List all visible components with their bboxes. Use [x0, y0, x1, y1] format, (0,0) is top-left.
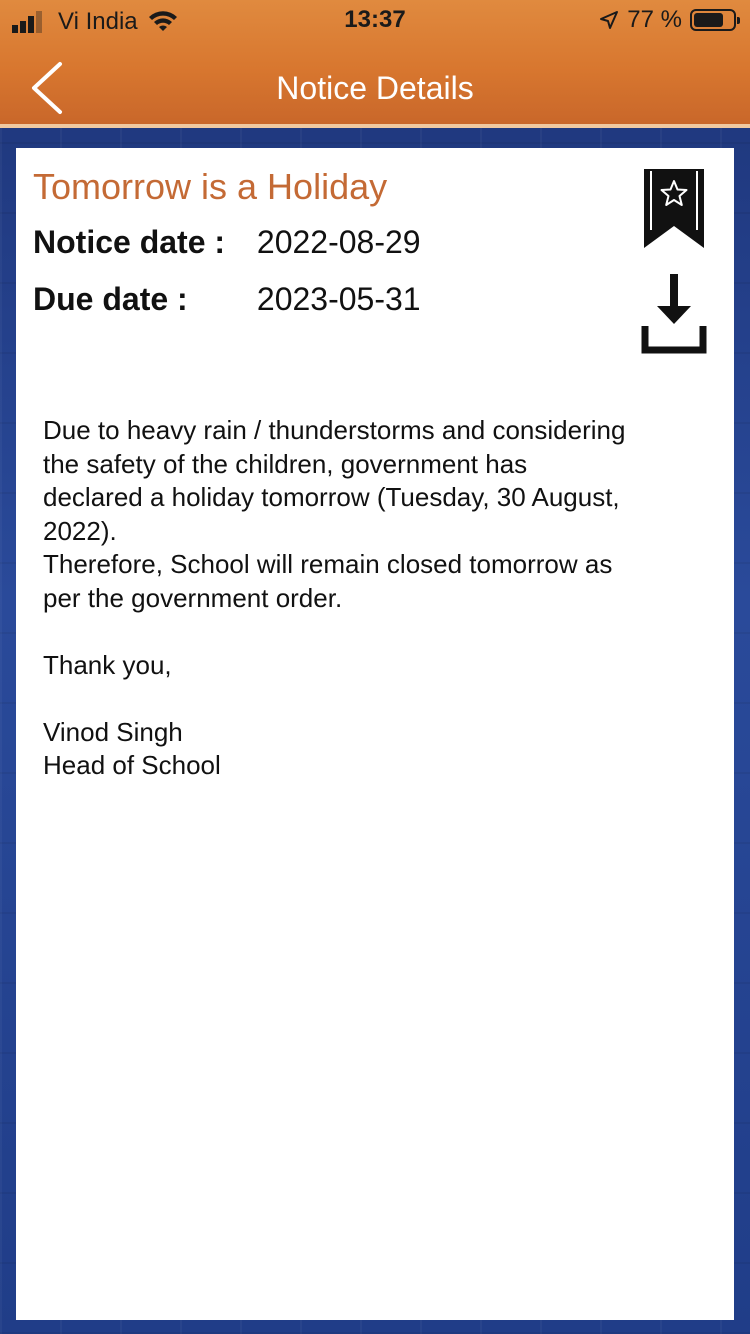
page-title: Notice Details [276, 70, 474, 106]
due-date-value: 2023-05-31 [256, 281, 421, 317]
status-right-group: 77 % [599, 6, 740, 34]
header-bar: Vi India 13:37 77 % Notice Details [0, 0, 750, 128]
body-line: the safety of the children, government h… [43, 448, 528, 479]
notice-date-value: 2022-08-29 [256, 224, 421, 260]
body-line: per the government order. [43, 582, 343, 613]
notice-date-row: Notice date : 2022-08-29 [33, 224, 421, 261]
bookmark-star-icon[interactable] [643, 168, 705, 250]
notice-card: Tomorrow is a Holiday Notice date : 2022… [16, 148, 734, 1320]
signature-name: Vinod Singh [43, 716, 183, 747]
battery-percent: 77 % [627, 6, 682, 33]
signature-title: Head of School [43, 750, 221, 780]
body-line: Therefore, School will remain closed tom… [43, 549, 613, 579]
navigation-bar: Notice Details [0, 40, 750, 128]
download-icon[interactable] [641, 272, 707, 354]
notice-date-label: Notice date : [33, 224, 226, 260]
battery-fill [694, 13, 724, 27]
body-line: Due to heavy rain / thunderstorms and co… [43, 415, 626, 445]
battery-icon [690, 9, 740, 31]
notice-title: Tomorrow is a Holiday [33, 166, 388, 207]
notice-body: Due to heavy rain / thunderstorms and co… [43, 414, 713, 783]
location-arrow-icon [600, 11, 619, 29]
status-bar: Vi India 13:37 77 % [0, 0, 750, 40]
due-date-row: Due date : 2023-05-31 [33, 281, 421, 318]
due-date-label: Due date : [33, 281, 188, 317]
body-line: 2022). [43, 515, 117, 546]
body-line: declared a holiday tomorrow (Tuesday, 30… [43, 482, 620, 512]
body-line: Thank you, [43, 649, 172, 680]
